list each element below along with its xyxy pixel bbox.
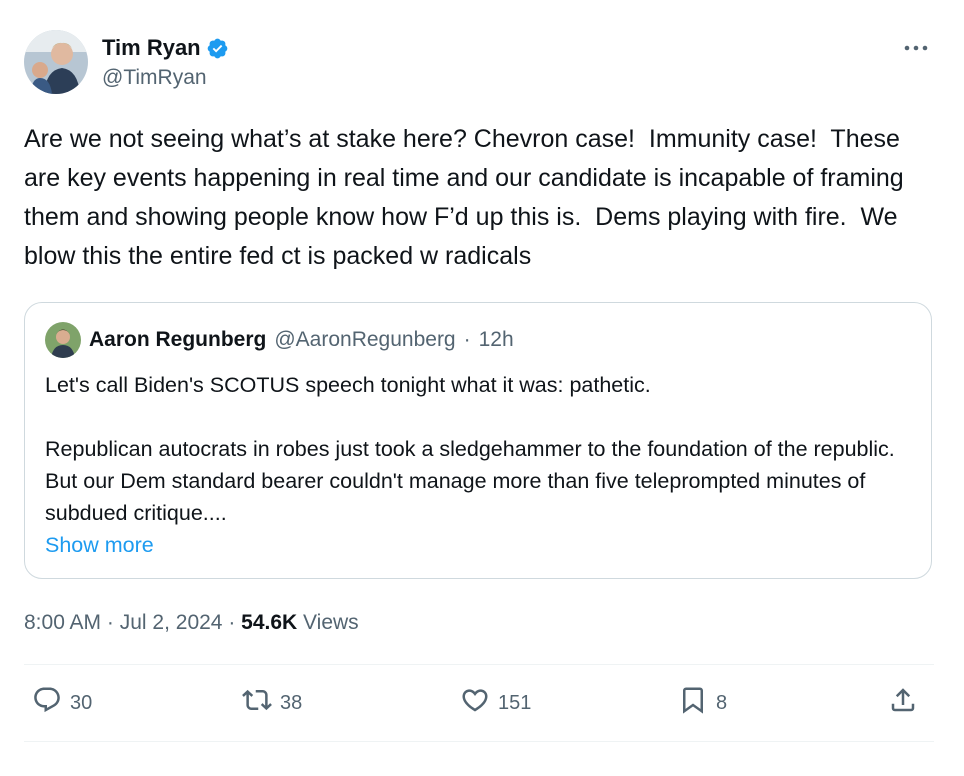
like-button[interactable]: 151 (460, 685, 531, 721)
views-label: Views (303, 611, 359, 634)
author-names: Tim Ryan @TimRyan (102, 30, 229, 92)
repost-icon (242, 685, 272, 721)
reply-count: 30 (70, 691, 93, 714)
repost-count: 38 (280, 691, 303, 714)
separator-dot: · (228, 611, 242, 634)
author-avatar[interactable] (24, 30, 88, 94)
bookmark-count: 8 (716, 691, 728, 714)
bookmark-button[interactable]: 8 (678, 685, 727, 721)
bottom-divider (24, 741, 934, 742)
quoted-author-display-name: Aaron Regunberg (89, 328, 267, 351)
separator-dot: · (463, 328, 471, 351)
quoted-author-handle: @AaronRegunberg (274, 328, 456, 351)
like-count: 151 (498, 691, 532, 714)
show-more-link[interactable]: Show more (45, 529, 911, 561)
share-button[interactable] (888, 685, 918, 721)
tweet-date[interactable]: Jul 2, 2024 (120, 611, 223, 634)
display-name-row: Tim Ryan (102, 34, 229, 62)
quoted-tweet-text: Let's call Biden's SCOTUS speech tonight… (45, 373, 895, 525)
tweet-text: Are we not seeing what’s at stake here? … (24, 125, 911, 270)
tweet-meta: 8:00 AM · Jul 2, 2024 · 54.6K Views (24, 609, 934, 637)
share-icon (888, 685, 918, 721)
reply-icon (32, 685, 62, 721)
action-bar: 30 38 151 8 (24, 665, 934, 741)
tweet-header: Tim Ryan @TimRyan (24, 30, 934, 98)
tweet: Tim Ryan @TimRyan Are we not seeing what… (24, 30, 934, 742)
repost-button[interactable]: 38 (242, 685, 302, 721)
quoted-author-avatar (45, 322, 81, 358)
quoted-tweet[interactable]: Aaron Regunberg @AaronRegunberg · 12h Le… (24, 302, 932, 579)
bookmark-icon (678, 685, 708, 721)
quoted-tweet-header: Aaron Regunberg @AaronRegunberg · 12h (45, 322, 911, 358)
author-handle[interactable]: @TimRyan (102, 64, 229, 92)
author-display-name[interactable]: Tim Ryan (102, 34, 201, 62)
more-options-icon[interactable] (902, 34, 930, 62)
like-icon (460, 685, 490, 721)
views-count: 54.6K (241, 611, 298, 634)
quoted-tweet-age: 12h (478, 328, 514, 351)
verified-badge-icon (206, 37, 229, 60)
reply-button[interactable]: 30 (32, 685, 92, 721)
separator-dot: · (106, 611, 120, 634)
tweet-time[interactable]: 8:00 AM (24, 611, 101, 634)
